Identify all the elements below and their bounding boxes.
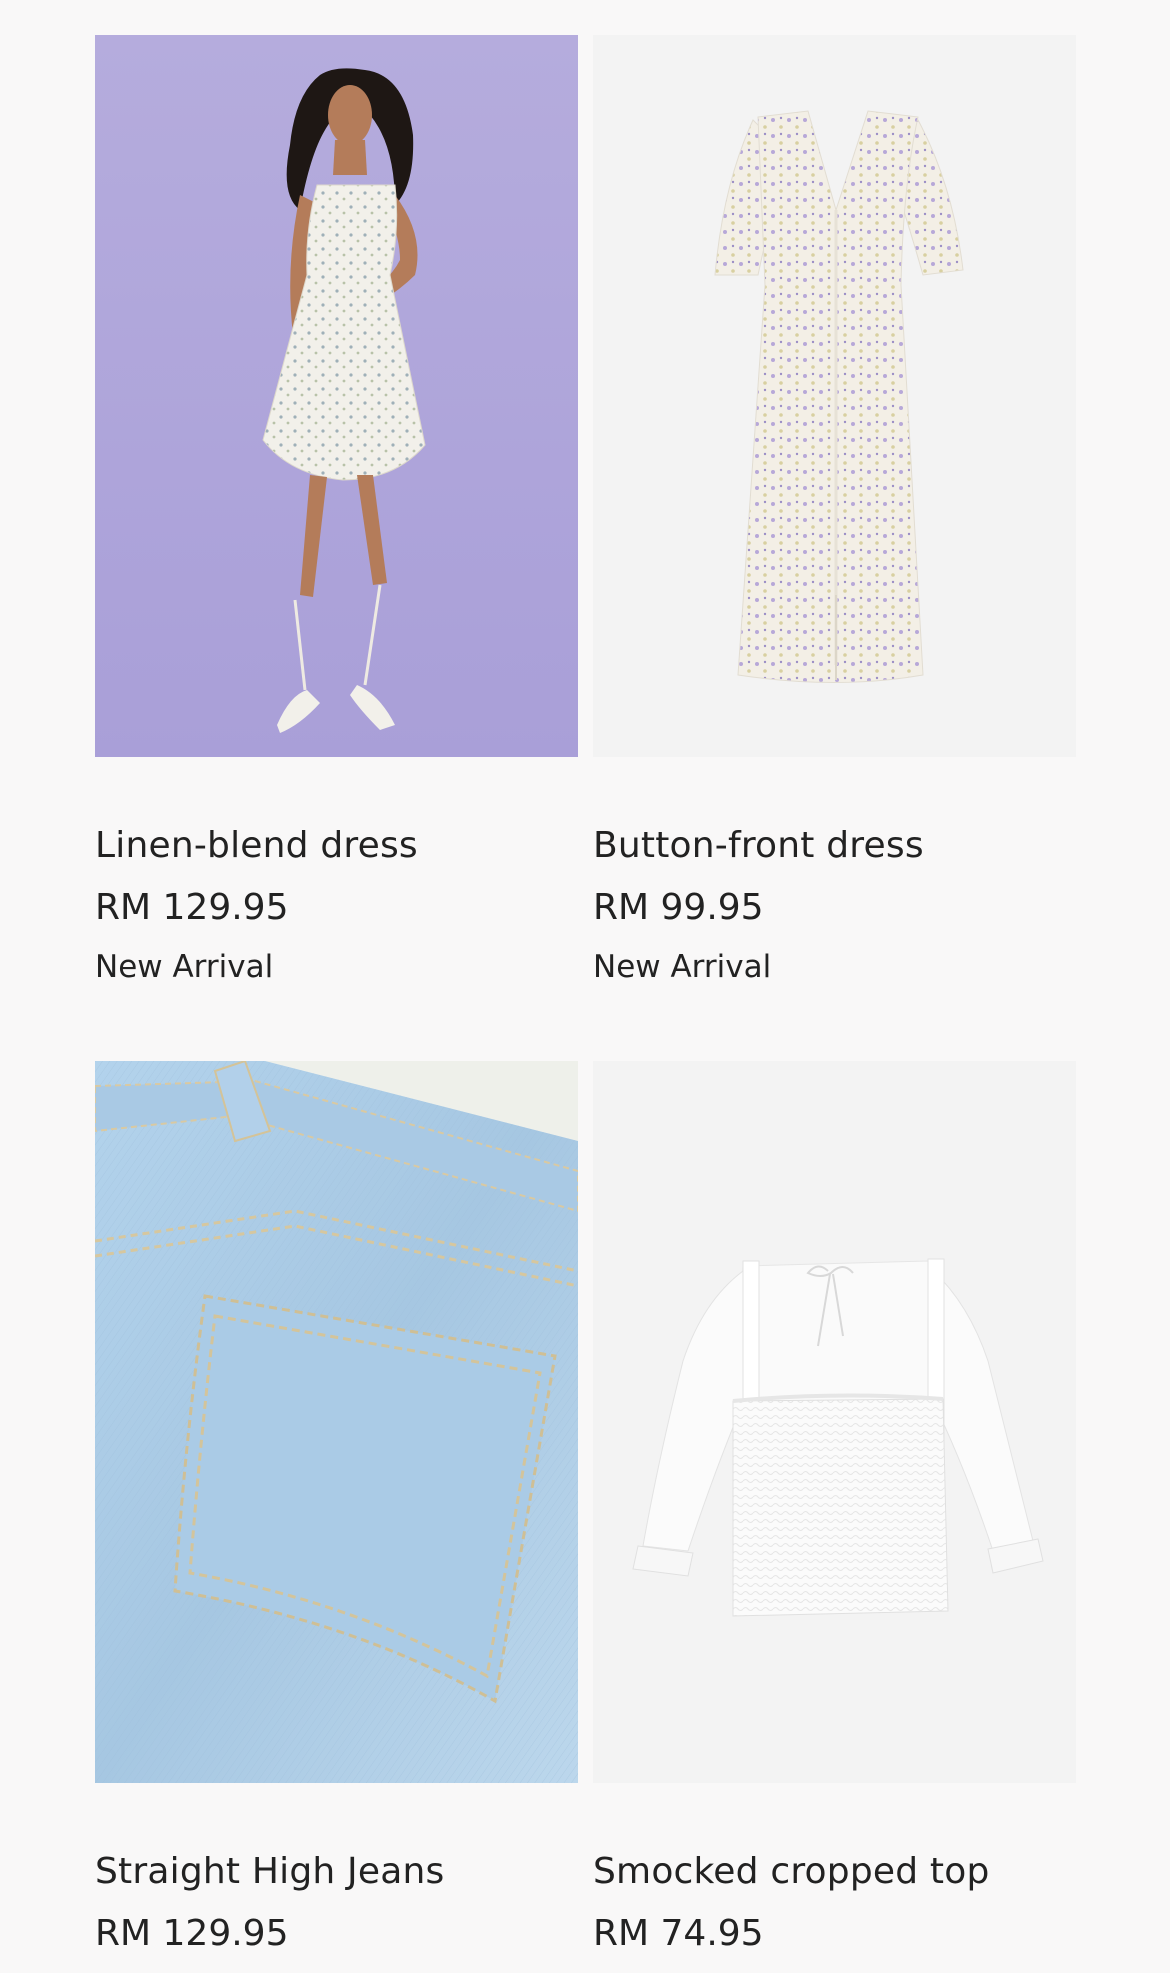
- product-image[interactable]: [593, 35, 1076, 757]
- product-image[interactable]: [593, 1061, 1076, 1783]
- product-grid: Linen-blend dress RM 129.95 New Arrival: [0, 0, 1170, 1973]
- product-image[interactable]: [95, 1061, 578, 1783]
- new-arrival-badge: New Arrival: [95, 949, 274, 985]
- denim-back-pocket-image: [95, 1061, 578, 1783]
- product-image[interactable]: [95, 35, 578, 757]
- product-card[interactable]: Button-front dress RM 99.95 New Arrival: [593, 35, 1076, 986]
- product-price: RM 74.95: [593, 1913, 764, 1954]
- product-card[interactable]: Linen-blend dress RM 129.95 New Arrival: [95, 35, 578, 986]
- product-card[interactable]: Smocked cropped top RM 74.95: [593, 1061, 1076, 1956]
- product-price: RM 129.95: [95, 887, 289, 928]
- model-wearing-floral-dress-image: [95, 35, 578, 757]
- floral-button-front-dress-image: [593, 35, 1076, 757]
- product-name[interactable]: Smocked cropped top: [593, 1850, 1076, 1894]
- product-price: RM 129.95: [95, 1913, 289, 1954]
- product-name[interactable]: Linen-blend dress: [95, 824, 578, 868]
- product-price: RM 99.95: [593, 887, 764, 928]
- product-name[interactable]: Button-front dress: [593, 824, 1076, 868]
- new-arrival-badge: New Arrival: [593, 949, 772, 985]
- product-name[interactable]: Straight High Jeans: [95, 1850, 578, 1894]
- white-smocked-top-image: [593, 1061, 1076, 1783]
- product-card[interactable]: Straight High Jeans RM 129.95: [95, 1061, 578, 1956]
